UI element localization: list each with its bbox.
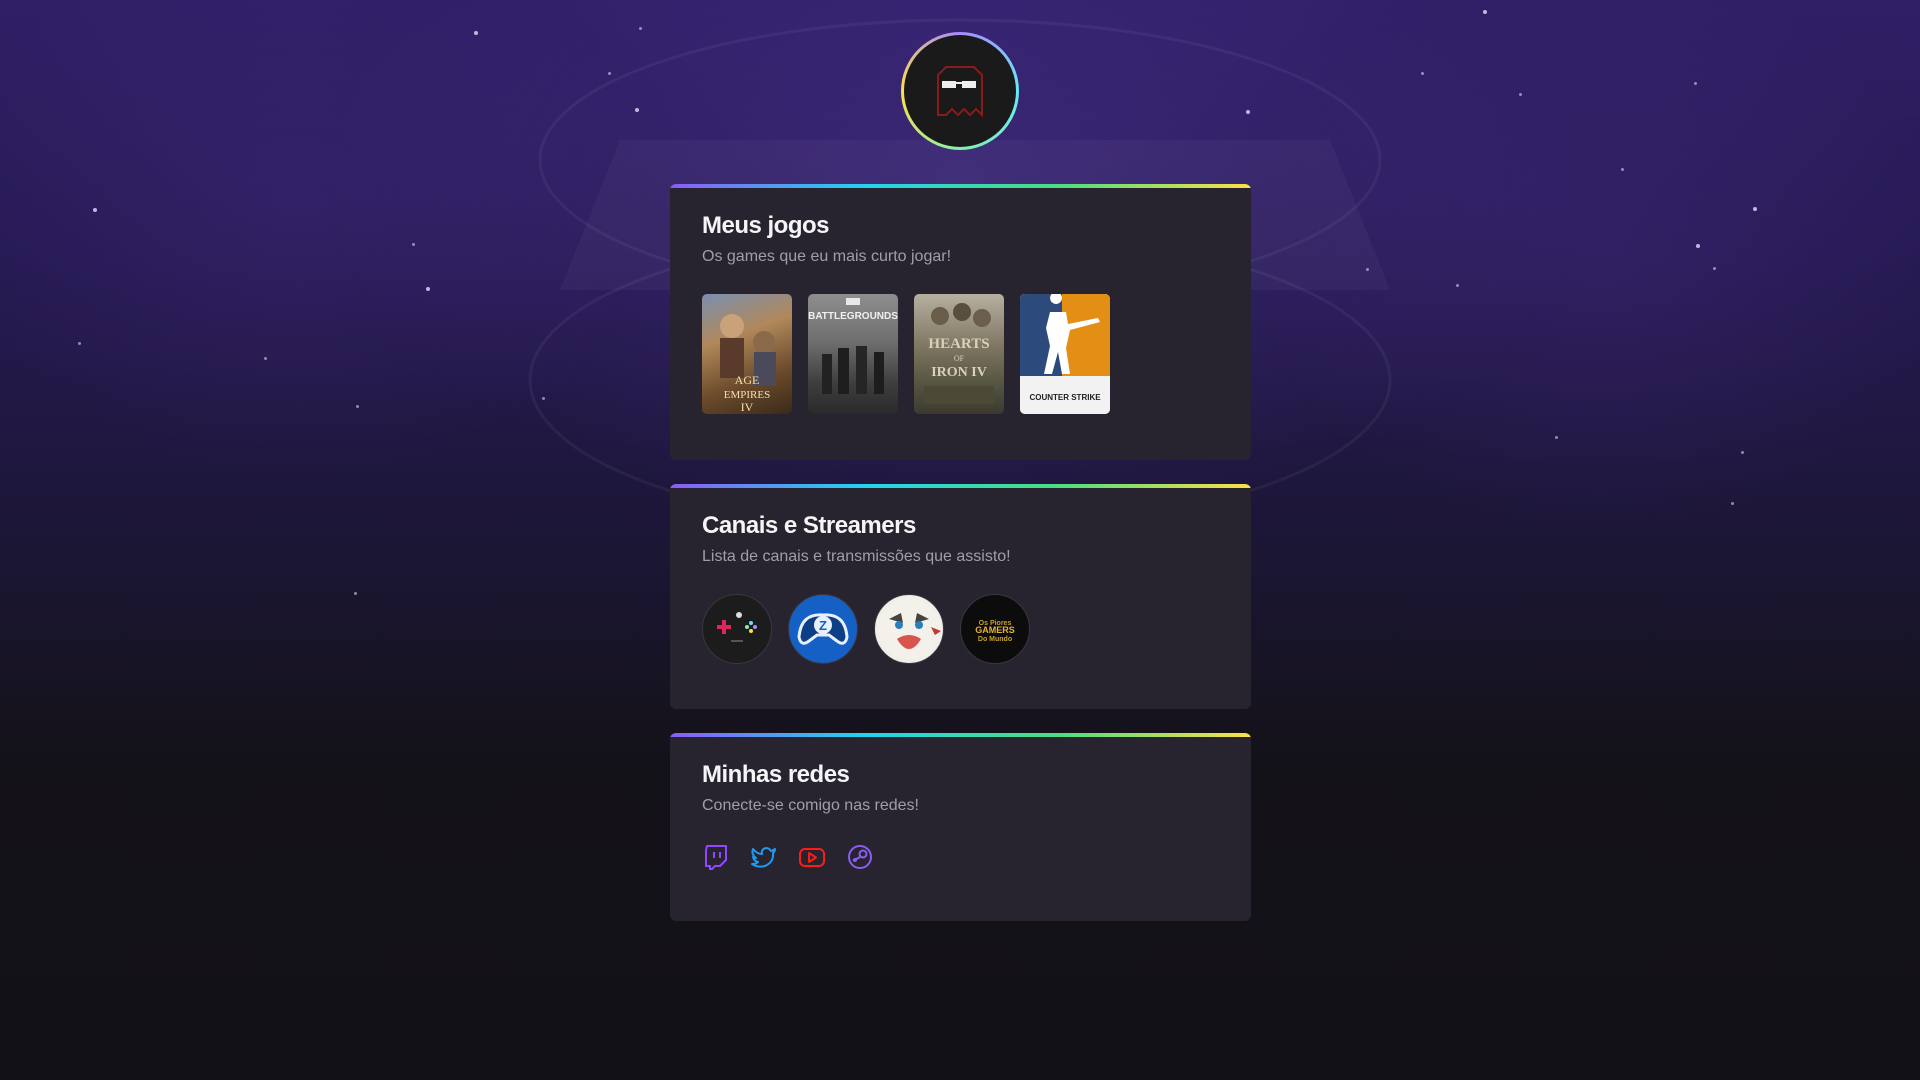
star	[1366, 268, 1369, 271]
hearts-of-iron-iv-cover[interactable]: HEARTS OF IRON IV	[914, 294, 1004, 414]
star	[608, 72, 611, 75]
svg-text:GAMERS: GAMERS	[975, 625, 1015, 635]
star	[1741, 451, 1744, 454]
channels-subtitle: Lista de canais e transmissões que assis…	[702, 548, 1011, 565]
counter-strike-cover[interactable]: COUNTER STRIKE	[1020, 294, 1110, 414]
star	[264, 357, 267, 360]
svg-text:AGE: AGE	[735, 373, 760, 387]
star	[1694, 82, 1697, 85]
socials-subtitle: Conecte-se comigo nas redes!	[702, 797, 919, 814]
gamers-logo-icon: Os Piores GAMERS Do Mundo	[975, 620, 1015, 643]
gamepad-channel-avatar[interactable]	[702, 594, 772, 664]
svg-text:COUNTER STRIKE: COUNTER STRIKE	[1029, 393, 1101, 402]
star	[1696, 244, 1700, 248]
cat-face-channel-avatar[interactable]	[874, 594, 944, 664]
games-subtitle: Os games que eu mais curto jogar!	[702, 248, 952, 265]
star	[426, 287, 430, 291]
age-of-empires-iv-art: AGE EMPIRES IV	[720, 314, 776, 414]
star	[1731, 502, 1734, 505]
svg-text:OF: OF	[954, 354, 965, 363]
channels-title: Canais e Streamers	[702, 512, 916, 539]
gamers-channel-avatar[interactable]: Os Piores GAMERS Do Mundo	[960, 594, 1030, 664]
pubg-battlegrounds-art: BATTLEGROUNDS	[808, 298, 898, 394]
socials-card: Minhas redes Conecte-se comigo nas redes…	[670, 733, 1251, 921]
pixel-ghost-sunglasses-icon	[937, 66, 983, 118]
star	[542, 397, 545, 400]
star	[474, 31, 478, 35]
star	[93, 208, 97, 212]
star	[1519, 93, 1522, 96]
star	[1555, 436, 1558, 439]
avatar-image	[904, 35, 1016, 147]
svg-text:IV: IV	[741, 400, 754, 414]
star	[1421, 72, 1424, 75]
star	[1246, 110, 1250, 114]
star	[356, 405, 359, 408]
svg-text:Z: Z	[819, 618, 827, 633]
hearts-of-iron-iv-art: HEARTS OF IRON IV	[924, 303, 994, 404]
star	[1713, 267, 1716, 270]
star	[639, 27, 642, 30]
pubg-battlegrounds-cover[interactable]: BATTLEGROUNDS	[808, 294, 898, 414]
blue-controller-channel-avatar[interactable]: Z	[788, 594, 858, 664]
channels-list: Z Os Piores GAMERS Do Mundo	[702, 594, 1219, 664]
twitch-icon[interactable]	[702, 843, 730, 871]
star	[78, 342, 81, 345]
games-title: Meus jogos	[702, 212, 830, 239]
svg-text:IRON IV: IRON IV	[931, 365, 987, 380]
svg-text:HEARTS: HEARTS	[928, 336, 989, 352]
games-list: AGE EMPIRES IV BATTLEGROUNDS HEARTS OF I…	[702, 294, 1219, 414]
star	[1483, 10, 1487, 14]
games-card: Meus jogos Os games que eu mais curto jo…	[670, 184, 1251, 460]
star	[1456, 284, 1459, 287]
gamepad-icon	[717, 612, 757, 642]
counter-strike-art: COUNTER STRIKE	[1020, 294, 1110, 414]
svg-text:BATTLEGROUNDS: BATTLEGROUNDS	[808, 311, 898, 322]
star	[635, 108, 639, 112]
controller-z-icon: Z	[797, 613, 849, 645]
svg-text:Do Mundo: Do Mundo	[978, 636, 1012, 643]
steam-icon[interactable]	[846, 843, 874, 871]
star	[1621, 168, 1624, 171]
age-of-empires-iv-cover[interactable]: AGE EMPIRES IV	[702, 294, 792, 414]
star	[354, 592, 357, 595]
socials-list	[702, 843, 1219, 871]
star	[412, 243, 415, 246]
youtube-icon[interactable]	[798, 843, 826, 871]
profile-avatar	[901, 32, 1019, 150]
socials-title: Minhas redes	[702, 761, 850, 788]
twitter-icon[interactable]	[750, 843, 778, 871]
cat-face-icon	[879, 599, 941, 659]
star	[1753, 207, 1757, 211]
channels-card: Canais e Streamers Lista de canais e tra…	[670, 484, 1251, 709]
